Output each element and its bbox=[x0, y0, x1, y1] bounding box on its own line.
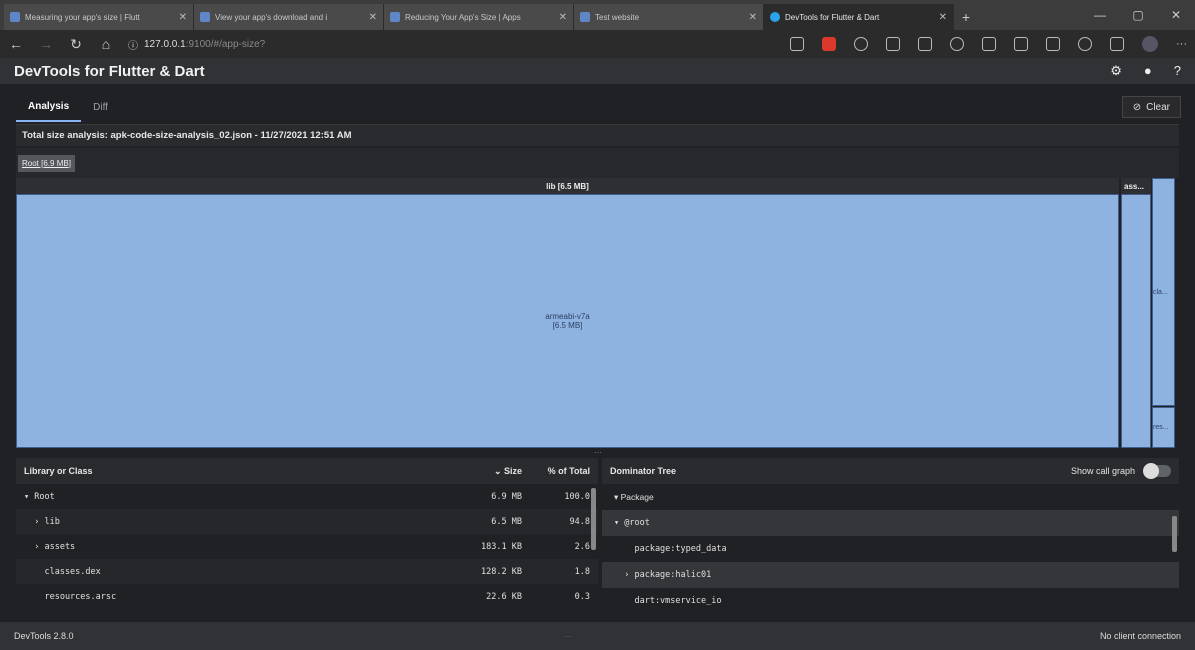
favicon-icon bbox=[770, 12, 780, 22]
window-controls: — ▢ ✕ bbox=[1081, 0, 1195, 30]
tree-scrollbar[interactable] bbox=[1172, 516, 1177, 552]
settings-icon[interactable]: ⚙ bbox=[1110, 63, 1122, 79]
tree-row[interactable]: ▾ @root bbox=[602, 510, 1179, 536]
feedback-icon[interactable]: ● bbox=[1144, 63, 1152, 79]
col-library[interactable]: Library or Class bbox=[24, 466, 442, 476]
reload-icon[interactable]: ↻ bbox=[68, 36, 84, 53]
profile-avatar[interactable] bbox=[1142, 36, 1158, 52]
forward-icon[interactable]: → bbox=[38, 36, 54, 52]
call-graph-toggle[interactable]: Show call graph bbox=[1071, 463, 1171, 479]
more-menu-icon[interactable]: ··· bbox=[1176, 38, 1187, 50]
close-tab-icon[interactable]: ✕ bbox=[369, 12, 377, 23]
treemap-node-resources[interactable]: res... bbox=[1152, 407, 1175, 448]
back-icon[interactable]: ← bbox=[8, 36, 24, 52]
version-label: DevTools 2.8.0 bbox=[14, 631, 74, 641]
app-title: DevTools for Flutter & Dart bbox=[14, 62, 205, 80]
table-row[interactable]: resources.arsc 22.6 KB 0.3 bbox=[16, 584, 598, 609]
table-row[interactable]: › assets 183.1 KB 2.6 bbox=[16, 534, 598, 559]
tab-analysis[interactable]: Analysis bbox=[16, 93, 82, 122]
home-icon[interactable]: ⌂ bbox=[98, 36, 114, 52]
browser-tab[interactable]: Test website ✕ bbox=[574, 4, 764, 30]
close-tab-icon[interactable]: ✕ bbox=[559, 12, 567, 23]
analysis-tabs: Analysis Diff ⊘ Clear bbox=[0, 92, 1195, 122]
toggle-switch[interactable] bbox=[1143, 463, 1171, 479]
extension-icon[interactable] bbox=[1110, 37, 1124, 51]
splitter-handle[interactable]: ⋯ bbox=[590, 448, 606, 457]
browser-tab[interactable]: View your app's download and i ✕ bbox=[194, 4, 384, 30]
treemap-node-armeabi[interactable]: armeabi-v7a [6.5 MB] bbox=[16, 194, 1119, 448]
history-icon[interactable] bbox=[950, 37, 964, 51]
browser-tab-strip: Measuring your app's size | Flutt ✕ View … bbox=[0, 0, 1195, 30]
block-icon: ⊘ bbox=[1132, 101, 1142, 113]
devtools-app-bar: DevTools for Flutter & Dart ⚙ ● ? bbox=[0, 58, 1195, 84]
size-treemap: lib [6.5 MB] ass... armeabi-v7a [6.5 MB] … bbox=[16, 178, 1179, 448]
minimize-icon[interactable]: — bbox=[1081, 0, 1119, 30]
table-header: Library or Class ⌄ Size % of Total bbox=[16, 458, 598, 484]
table-row[interactable]: ▾ Root 6.9 MB 100.0 bbox=[16, 484, 598, 509]
treemap-node-assets[interactable] bbox=[1121, 194, 1151, 448]
table-scrollbar[interactable] bbox=[591, 488, 596, 550]
analysis-file-info: Total size analysis: apk-code-size-analy… bbox=[16, 124, 1179, 146]
tree-row[interactable]: dart:vmservice_io bbox=[602, 588, 1179, 614]
favicon-icon bbox=[580, 12, 590, 22]
extension-icons: ··· bbox=[790, 36, 1187, 52]
status-bar: DevTools 2.8.0 ⋯ No client connection bbox=[0, 622, 1195, 650]
tree-row[interactable]: ▾ Package bbox=[602, 484, 1179, 510]
read-aloud-icon[interactable] bbox=[790, 37, 804, 51]
tab-diff[interactable]: Diff bbox=[81, 94, 120, 121]
treemap-lib-header[interactable]: lib [6.5 MB] bbox=[16, 178, 1119, 194]
connection-status: No client connection bbox=[1099, 631, 1181, 641]
tree-row[interactable]: package:typed_data bbox=[602, 536, 1179, 562]
address-bar-row: ← → ↻ ⌂ ⓘ 127.0.0.1:9100/#/app-size? ··· bbox=[0, 30, 1195, 58]
table-row[interactable]: › lib 6.5 MB 94.8 bbox=[16, 509, 598, 534]
split-screen-icon[interactable] bbox=[886, 37, 900, 51]
info-icon[interactable]: ⓘ bbox=[128, 37, 138, 52]
extension-icon[interactable] bbox=[822, 37, 836, 51]
node-size: [6.5 MB] bbox=[552, 321, 583, 330]
browser-tab[interactable]: Reducing Your App's Size | Apps ✕ bbox=[384, 4, 574, 30]
dominator-tree-panel: Dominator Tree Show call graph ▾ Package… bbox=[602, 458, 1179, 610]
sort-desc-icon: ⌄ bbox=[493, 465, 504, 476]
col-percent[interactable]: % of Total bbox=[522, 466, 590, 476]
favicon-icon bbox=[10, 12, 20, 22]
tree-row[interactable]: › package:halic01 bbox=[602, 562, 1179, 588]
new-tab-button[interactable]: + bbox=[954, 4, 978, 30]
downloads-icon[interactable] bbox=[982, 37, 996, 51]
browser-tab[interactable]: Measuring your app's size | Flutt ✕ bbox=[4, 4, 194, 30]
clear-button[interactable]: ⊘ Clear bbox=[1121, 96, 1181, 118]
collections-icon[interactable] bbox=[1046, 37, 1060, 51]
extension-icon[interactable] bbox=[1078, 37, 1092, 51]
favicon-icon bbox=[200, 12, 210, 22]
dominator-title: Dominator Tree bbox=[610, 466, 677, 476]
status-dots: ⋯ bbox=[563, 630, 573, 641]
col-size[interactable]: ⌄ Size bbox=[442, 466, 522, 477]
close-window-icon[interactable]: ✕ bbox=[1157, 0, 1195, 30]
favorites-icon[interactable] bbox=[918, 37, 932, 51]
extension-icon[interactable] bbox=[854, 37, 868, 51]
table-row[interactable]: classes.dex 128.2 KB 1.8 bbox=[16, 559, 598, 584]
close-tab-icon[interactable]: ✕ bbox=[939, 12, 947, 23]
favicon-icon bbox=[390, 12, 400, 22]
table-body: ▾ Root 6.9 MB 100.0 › lib 6.5 MB 94.8 › asse… bbox=[16, 484, 598, 609]
dominator-header: Dominator Tree Show call graph bbox=[602, 458, 1179, 484]
maximize-icon[interactable]: ▢ bbox=[1119, 0, 1157, 30]
close-tab-icon[interactable]: ✕ bbox=[749, 12, 757, 23]
help-icon[interactable]: ? bbox=[1174, 63, 1181, 79]
browser-tab-active[interactable]: DevTools for Flutter & Dart ✕ bbox=[764, 4, 954, 30]
treemap-assets-header[interactable]: ass... bbox=[1121, 178, 1151, 194]
url-field[interactable]: ⓘ 127.0.0.1:9100/#/app-size? bbox=[128, 37, 688, 52]
treemap-node-classes[interactable]: cla... bbox=[1152, 178, 1175, 406]
extension-icon[interactable] bbox=[1014, 37, 1028, 51]
breadcrumb-root[interactable]: Root [6.9 MB] bbox=[18, 154, 75, 172]
node-name: armeabi-v7a bbox=[545, 312, 590, 321]
library-table: Library or Class ⌄ Size % of Total ▾ Roo… bbox=[16, 458, 598, 610]
close-tab-icon[interactable]: ✕ bbox=[179, 12, 187, 23]
breadcrumb: Root [6.9 MB] bbox=[16, 148, 1179, 178]
